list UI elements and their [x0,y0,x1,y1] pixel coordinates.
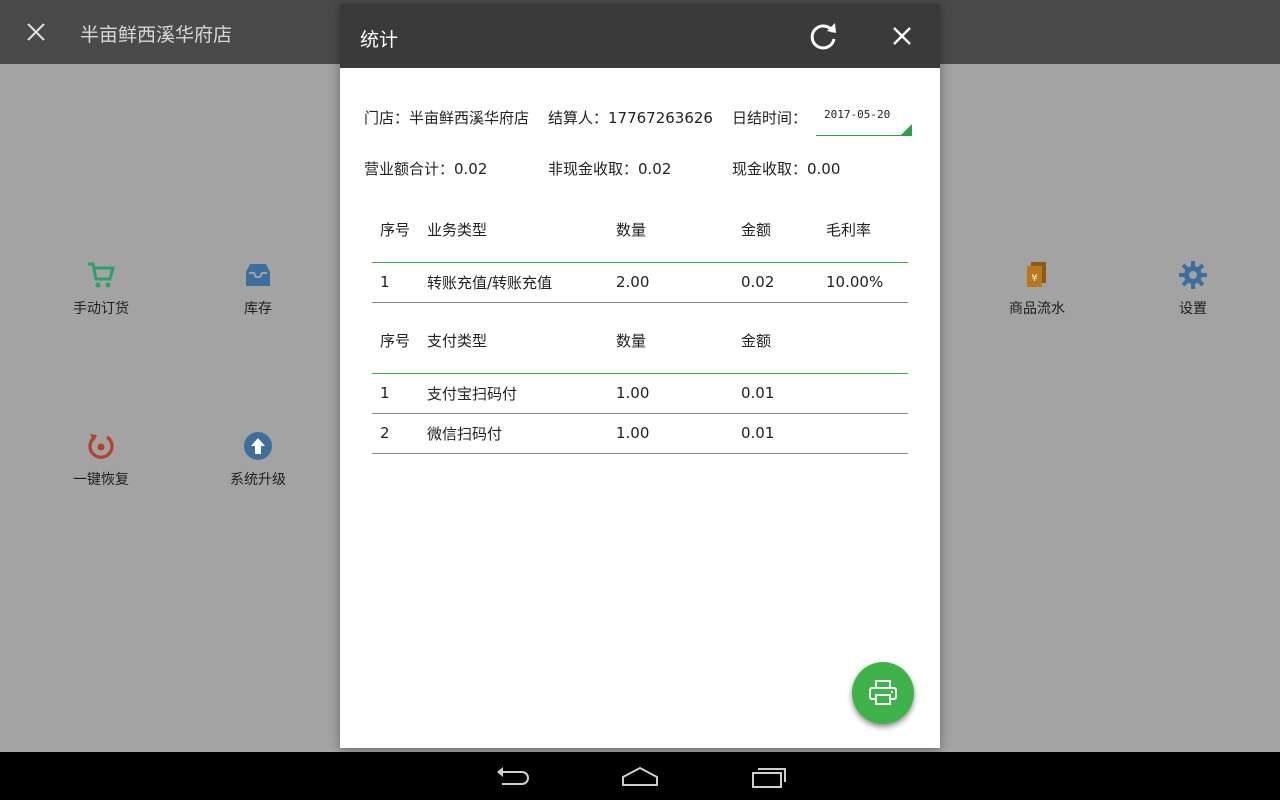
tile-inventory[interactable]: 库存 [198,260,318,340]
table-cell: 支付宝扫码付 [427,373,616,414]
col-header: 毛利率 [826,221,872,240]
table-cell: 10.00% [826,262,908,303]
col-header: 金额 [741,332,772,351]
tile-label: 手动订货 [73,301,129,317]
table-cell: 1.00 [616,373,741,414]
payment-table: 序号 支付类型 数量 金额 1 支付宝扫码付 1.00 0.01 2 微信扫码付… [372,313,908,454]
table-header-row: 序号 支付类型 数量 金额 [372,313,908,373]
printer-icon [869,680,897,705]
statistics-dialog: 统计 门店：半亩鲜西溪华府店 结算人：17767263626 日结时间： 201… [340,4,940,748]
tile-restore[interactable]: 一键恢复 [41,431,161,511]
col-header: 金额 [741,221,772,240]
restore-icon [88,434,114,459]
business-table: 序号 业务类型 数量 金额 毛利率 1 转账充值/转账充值 2.00 0.02 … [372,202,908,303]
table-cell: 1 [372,373,427,414]
app-title: 半亩鲜西溪华府店 [80,24,233,46]
table-cell: 1 [372,262,427,303]
col-header: 业务类型 [427,221,488,240]
gear-icon [1179,261,1207,289]
svg-text:¥: ¥ [1031,273,1037,284]
settler-info: 结算人：17767263626 [548,109,713,127]
table-row: 1 支付宝扫码付 1.00 0.01 [372,373,908,414]
table-cell: 2.00 [616,262,741,303]
noncash-total: 非现金收取：0.02 [548,160,672,178]
close-icon[interactable] [886,20,918,52]
col-header: 序号 [380,221,411,240]
back-icon[interactable] [492,764,532,790]
table-cell: 1.00 [616,413,741,454]
upgrade-icon [244,432,272,460]
table-cell: 0.01 [741,373,826,414]
system-nav-bar [0,752,1280,800]
cart-icon [88,262,115,288]
tile-manual-order[interactable]: 手动订货 [41,260,161,340]
table-cell: 转账充值/转账充值 [427,262,616,303]
table-cell: 0.01 [741,413,826,454]
dialog-title: 统计 [360,29,399,51]
inbox-icon [246,264,270,286]
tile-product-flow[interactable]: ¥ 商品流水 [977,260,1097,340]
col-header-empty [826,313,908,373]
tile-label: 一键恢复 [73,472,129,488]
col-header: 序号 [380,332,411,351]
revenue-total: 营业额合计：0.02 [364,160,488,178]
tile-upgrade[interactable]: 系统升级 [198,431,318,511]
receipt-icon: ¥ [1027,262,1046,287]
tile-label: 系统升级 [230,472,286,488]
table-cell: 微信扫码付 [427,413,616,454]
table-cell-empty [826,413,908,454]
close-icon[interactable] [24,20,48,44]
store-info: 门店：半亩鲜西溪华府店 [364,109,530,127]
date-picker[interactable]: 2017-05-20 [816,100,912,136]
recent-apps-icon[interactable] [749,764,789,790]
tile-label: 库存 [244,301,272,317]
table-header-row: 序号 业务类型 数量 金额 毛利率 [372,202,908,262]
tile-label: 设置 [1179,301,1207,317]
date-label: 日结时间： [732,109,808,127]
cash-total: 现金收取：0.00 [732,160,841,178]
col-header: 数量 [616,221,647,240]
print-button[interactable] [852,662,914,724]
table-cell-empty [826,373,908,414]
dropdown-triangle-icon [901,124,912,135]
refresh-icon[interactable] [808,20,840,52]
table-row: 1 转账充值/转账充值 2.00 0.02 10.00% [372,262,908,303]
tile-settings[interactable]: 设置 [1133,260,1253,340]
col-header: 数量 [616,332,647,351]
table-row: 2 微信扫码付 1.00 0.01 [372,413,908,454]
date-value: 2017-05-20 [824,108,891,121]
table-cell: 0.02 [741,262,826,303]
home-icon[interactable] [620,764,660,790]
table-cell: 2 [372,413,427,454]
dialog-header: 统计 [340,4,940,68]
tile-label: 商品流水 [1009,301,1065,317]
col-header: 支付类型 [427,332,488,351]
